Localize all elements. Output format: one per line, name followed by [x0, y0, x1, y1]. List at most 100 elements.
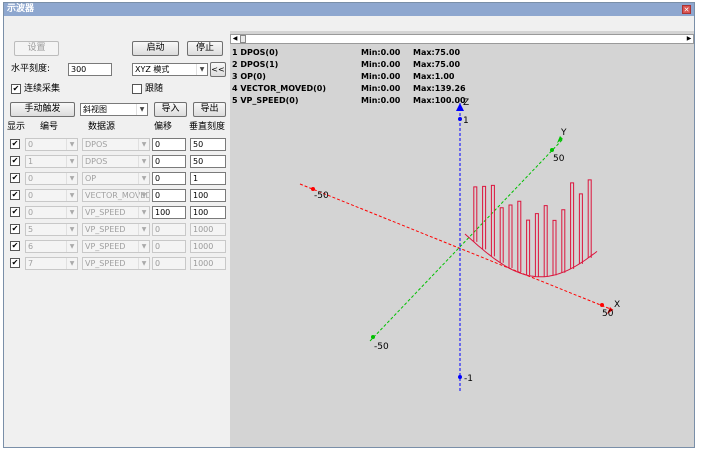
channel-show-checkbox[interactable] [10, 258, 20, 268]
chevron-down-icon: ▼ [138, 190, 149, 201]
legend-max: Max:75.00 [413, 60, 461, 69]
legend-min: Min:0.00 [361, 84, 401, 93]
stop-button[interactable]: 停止 [187, 41, 223, 56]
channel-num-value: 0 [28, 174, 34, 183]
continuous-checkbox[interactable] [11, 84, 21, 94]
channel-source-select[interactable]: DPOS ▼ [82, 155, 150, 168]
trace-spike [570, 182, 575, 269]
legend-max: Max:1.00 [413, 72, 455, 81]
legend-name: 3 OP(0) [232, 72, 266, 81]
channel-show-checkbox[interactable] [10, 207, 20, 217]
col-header-show: 显示 [7, 122, 26, 132]
channel-show-checkbox[interactable] [10, 139, 20, 149]
trace-baseline [464, 233, 598, 278]
hscale-input[interactable]: 300 [68, 63, 112, 76]
channel-show-checkbox[interactable] [10, 173, 20, 183]
scroll-thumb[interactable] [240, 35, 246, 43]
channel-scale-input[interactable]: 1000 [190, 240, 226, 253]
control-panel: 设置 启动 停止 水平刻度: 300 XYZ 模式 ▼ << 连续采集 跟随 手… [4, 16, 228, 447]
trace-spike [508, 204, 513, 269]
channel-num-select[interactable]: 1 ▼ [25, 155, 78, 168]
channel-offset-input[interactable]: 0 [152, 172, 186, 185]
channel-source-select[interactable]: VP_SPEED ▼ [82, 223, 150, 236]
channel-offset-input[interactable]: 0 [152, 189, 186, 202]
channel-scale-input[interactable]: 100 [190, 189, 226, 202]
y-neg-label: -50 [374, 342, 389, 352]
channel-source-value: DPOS [85, 140, 108, 149]
manual-trigger-button[interactable]: 手动触发 [10, 102, 75, 117]
channel-scale-input[interactable]: 50 [190, 138, 226, 151]
collapse-button[interactable]: << [210, 62, 226, 77]
channel-num-select[interactable]: 5 ▼ [25, 223, 78, 236]
channel-num-select[interactable]: 0 ▼ [25, 189, 78, 202]
channel-scale-input[interactable]: 50 [190, 155, 226, 168]
channel-scale-input[interactable]: 100 [190, 206, 226, 219]
channel-source-select[interactable]: DPOS ▼ [82, 138, 150, 151]
chevron-down-icon: ▼ [66, 207, 77, 218]
z-neg-label: -1 [464, 374, 473, 384]
channel-num-select[interactable]: 7 ▼ [25, 257, 78, 270]
channel-num-value: 7 [28, 259, 34, 268]
y-pos-label: 50 [553, 154, 565, 164]
channel-source-select[interactable]: VP_SPEED ▼ [82, 240, 150, 253]
close-icon[interactable]: ✕ [682, 5, 691, 14]
chevron-down-icon: ▼ [138, 139, 149, 150]
channel-source-value: VP_SPEED [85, 242, 126, 251]
follow-label: 跟随 [145, 84, 164, 94]
scroll-left-icon[interactable]: ◀ [231, 35, 239, 43]
col-header-scale: 垂直刻度 [189, 122, 226, 132]
channel-source-select[interactable]: VP_SPEED ▼ [82, 257, 150, 270]
horizontal-scrollbar[interactable]: ◀ ▶ [230, 34, 694, 44]
z-pos-marker [458, 117, 462, 121]
legend-name: 1 DPOS(0) [232, 48, 279, 57]
chevron-down-icon: ▼ [196, 64, 207, 75]
channel-offset-input[interactable]: 0 [152, 240, 186, 253]
channel-offset-input[interactable]: 0 [152, 223, 186, 236]
chevron-down-icon: ▼ [138, 224, 149, 235]
channel-num-select[interactable]: 0 ▼ [25, 172, 78, 185]
z-neg-marker [458, 375, 462, 379]
legend-min: Min:0.00 [361, 48, 401, 57]
channel-source-value: VP_SPEED [85, 259, 126, 268]
view-select[interactable]: 斜视图 ▼ [80, 103, 148, 116]
trace-spike [517, 200, 522, 273]
channel-scale-input[interactable]: 1 [190, 172, 226, 185]
channel-num-select[interactable]: 0 ▼ [25, 206, 78, 219]
trace-spike [526, 219, 531, 276]
channel-show-checkbox[interactable] [10, 156, 20, 166]
chevron-down-icon: ▼ [66, 241, 77, 252]
channel-num-select[interactable]: 6 ▼ [25, 240, 78, 253]
channel-offset-input[interactable]: 0 [152, 257, 186, 270]
plot-area: -50 50 X -50 50 Y 1 -1 Z 1 DPOS(0) Min:0.00 Max:… [230, 31, 694, 447]
legend-max: Max:139.26 [413, 84, 466, 93]
channel-offset-input[interactable]: 0 [152, 155, 186, 168]
channel-scale-input[interactable]: 1000 [190, 257, 226, 270]
channel-show-checkbox[interactable] [10, 190, 20, 200]
hscale-label: 水平刻度: [11, 64, 51, 74]
channel-source-select[interactable]: VECTOR_MOVED ▼ [82, 189, 150, 202]
col-header-source: 数据源 [88, 122, 116, 132]
import-button[interactable]: 导入 [154, 102, 187, 117]
channel-offset-input[interactable]: 0 [152, 138, 186, 151]
channel-num-select[interactable]: 0 ▼ [25, 138, 78, 151]
legend-max: Max:75.00 [413, 48, 461, 57]
channel-scale-input[interactable]: 1000 [190, 223, 226, 236]
start-button[interactable]: 启动 [132, 41, 179, 56]
settings-button[interactable]: 设置 [14, 41, 59, 56]
export-button[interactable]: 导出 [193, 102, 226, 117]
mode-select-value: XYZ 模式 [135, 65, 170, 74]
channel-source-select[interactable]: VP_SPEED ▼ [82, 206, 150, 219]
channel-offset-input[interactable]: 100 [152, 206, 186, 219]
window-title: 示波器 [4, 3, 694, 16]
channel-source-select[interactable]: OP ▼ [82, 172, 150, 185]
legend-name: 5 VP_SPEED(0) [232, 96, 299, 105]
x-axis-name: X [614, 300, 620, 310]
chevron-down-icon: ▼ [138, 156, 149, 167]
mode-select[interactable]: XYZ 模式 ▼ [132, 63, 208, 76]
scroll-right-icon[interactable]: ▶ [685, 35, 693, 43]
channel-show-checkbox[interactable] [10, 224, 20, 234]
legend-name: 4 VECTOR_MOVED(0) [232, 84, 327, 93]
follow-checkbox[interactable] [132, 84, 142, 94]
view-select-value: 斜视图 [83, 105, 107, 114]
channel-show-checkbox[interactable] [10, 241, 20, 251]
